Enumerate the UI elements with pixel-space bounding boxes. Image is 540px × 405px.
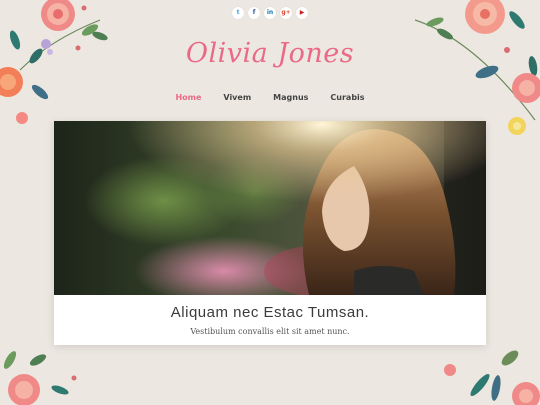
social-links: t f in g+ ▶ [0,7,540,19]
facebook-icon[interactable]: f [248,7,260,19]
nav-item-home[interactable]: Home [175,93,201,102]
googleplus-icon[interactable]: g+ [280,7,292,19]
youtube-icon[interactable]: ▶ [296,7,308,19]
site-title[interactable]: Olivia Jones [0,38,540,69]
twitter-icon[interactable]: t [232,7,244,19]
linkedin-icon[interactable]: in [264,7,276,19]
floral-decoration-top-left [0,0,108,124]
main-navigation: Home Vivem Magnus Curabis [0,93,540,102]
nav-item-curabis[interactable]: Curabis [330,93,364,102]
featured-post-card[interactable]: Aliquam nec Estac Tumsan. Vestibulum con… [54,121,486,345]
nav-item-magnus[interactable]: Magnus [273,93,308,102]
floral-decoration-bottom-right [444,350,540,405]
featured-post-subtitle: Vestibulum convallis elit sit amet nunc. [190,327,350,336]
floral-decoration-bottom-left [3,351,77,405]
featured-photo[interactable] [54,121,486,295]
nav-item-vivem[interactable]: Vivem [223,93,251,102]
featured-post-title[interactable]: Aliquam nec Estac Tumsan. [54,304,486,321]
